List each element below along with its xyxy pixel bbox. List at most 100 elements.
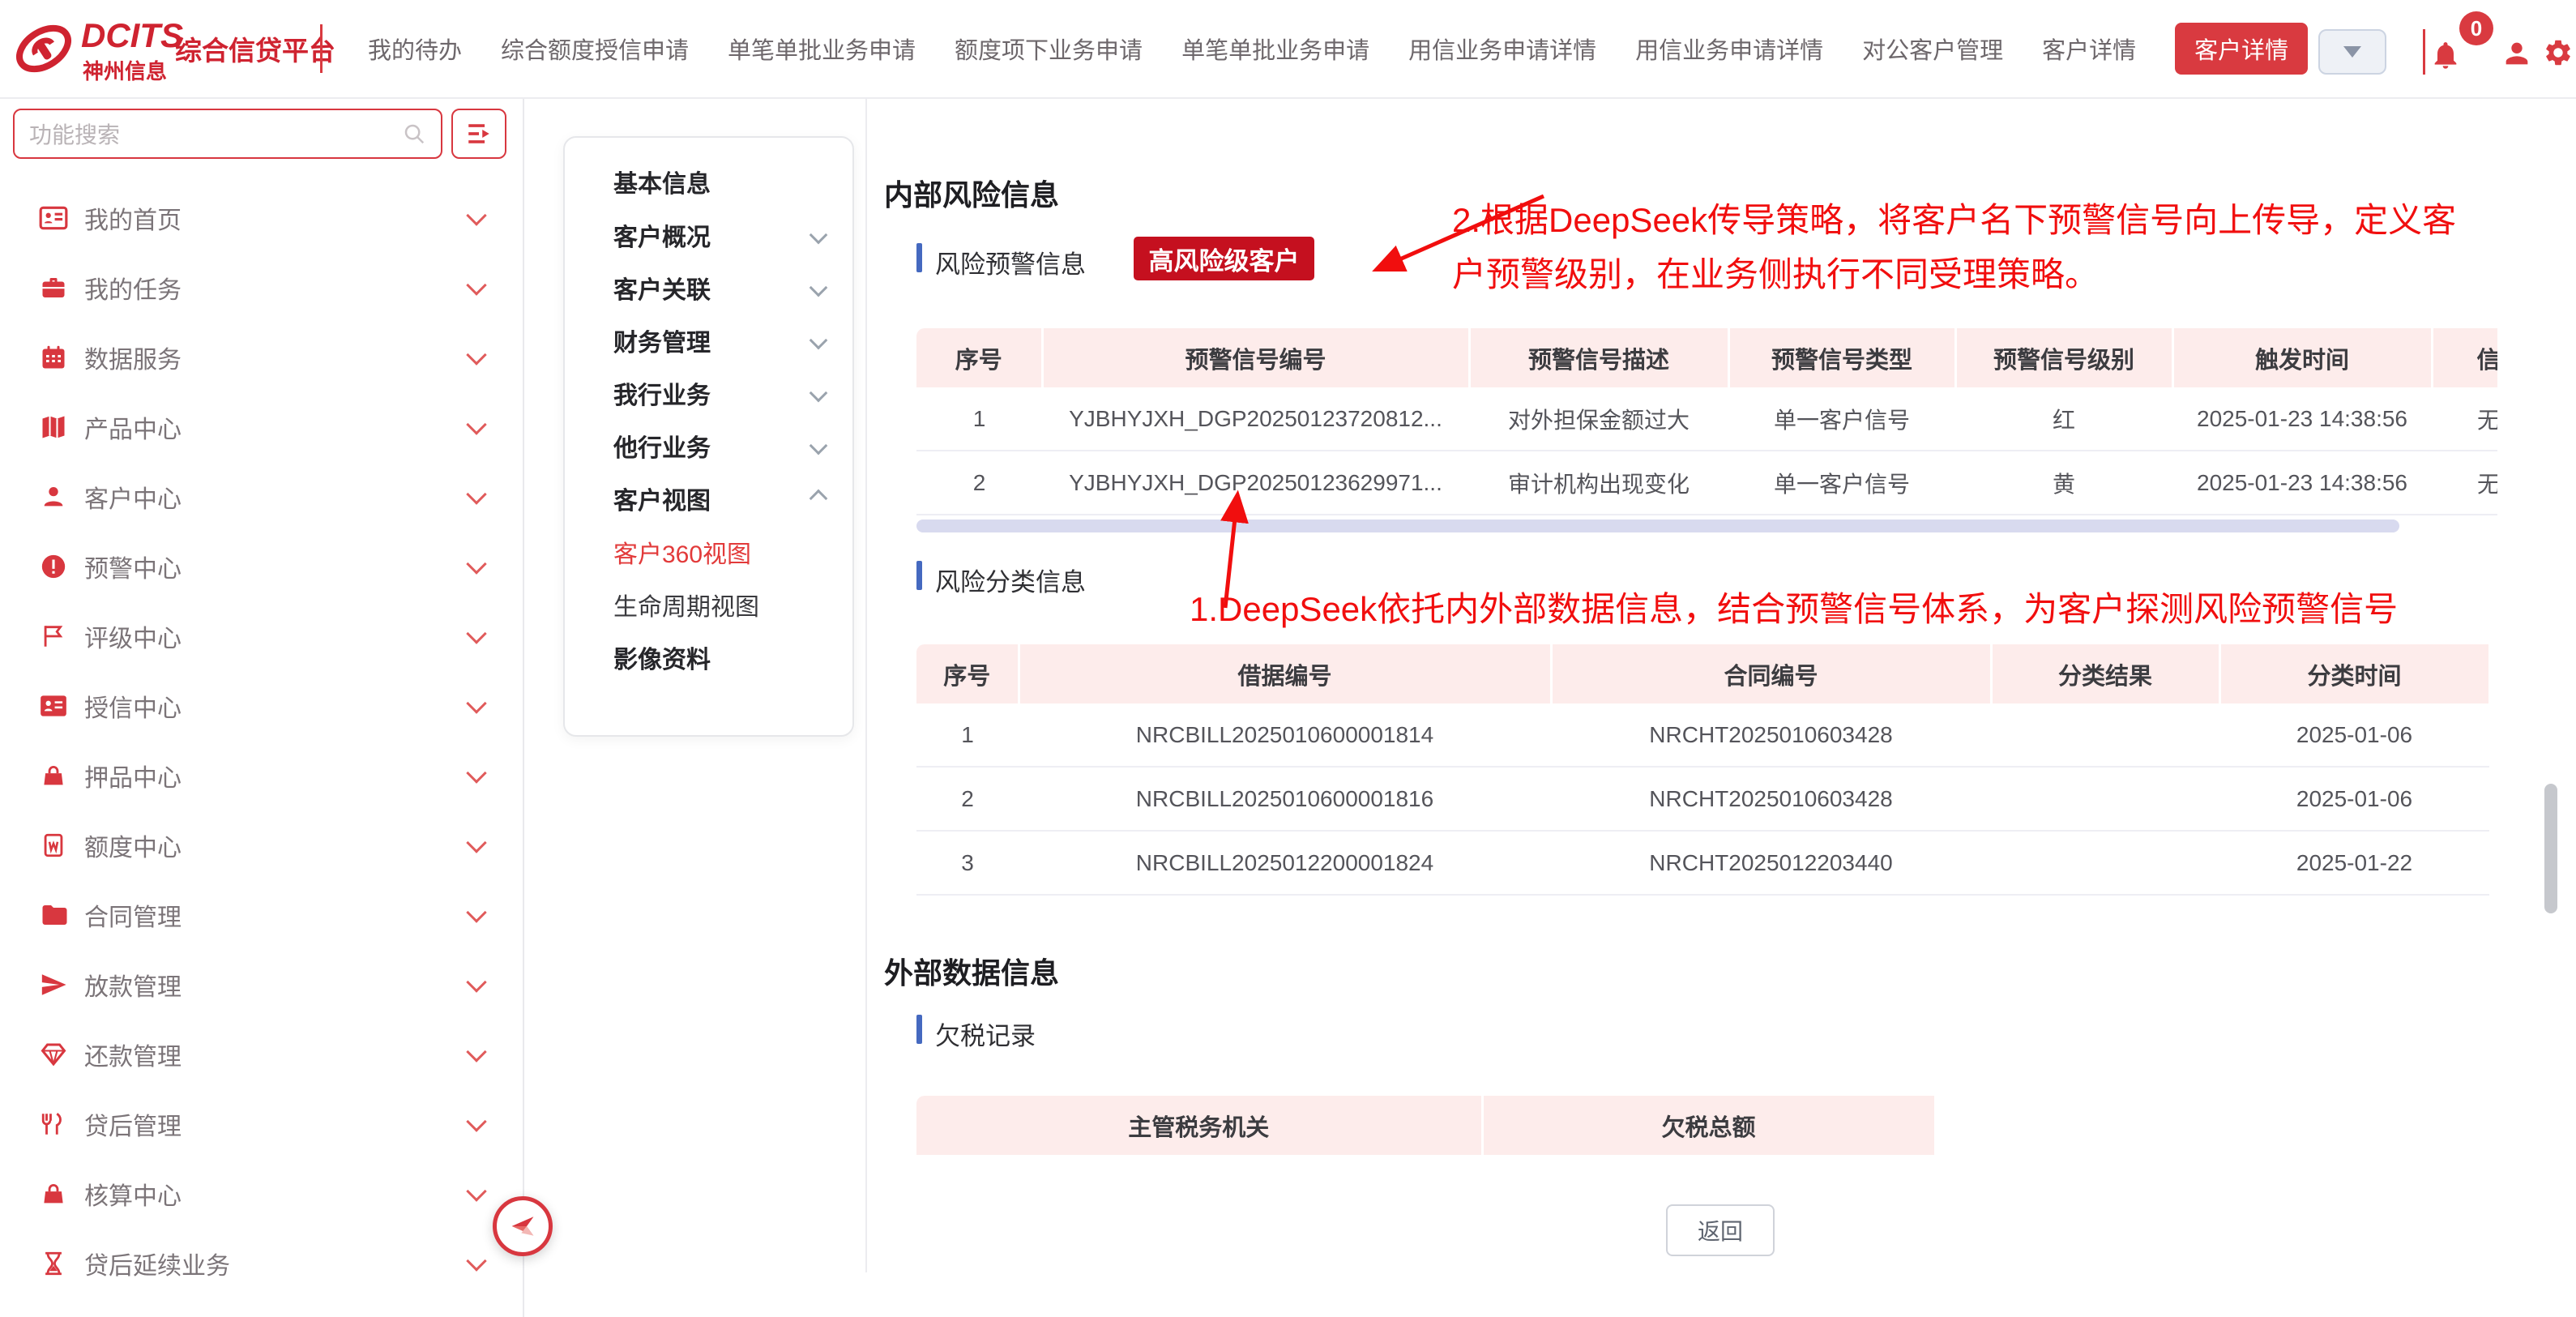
sidebar-item-postloan-continuation[interactable]: 贷后延续业务 bbox=[0, 1239, 523, 1288]
chevron-down-icon bbox=[466, 693, 486, 713]
sidebar-item-contract-mgmt[interactable]: 合同管理 bbox=[0, 891, 523, 939]
nav-tab-active[interactable]: 客户详情 bbox=[2175, 23, 2308, 75]
col-欠税总额: 欠税总额 bbox=[1482, 1096, 1935, 1155]
submenu-item-financial-mgmt[interactable]: 财务管理 bbox=[613, 323, 824, 358]
vertical-scrollbar[interactable] bbox=[2544, 784, 2557, 913]
chevron-down-icon bbox=[810, 279, 828, 297]
gear-icon[interactable] bbox=[2543, 37, 2574, 68]
col-主管税务机关: 主管税务机关 bbox=[916, 1096, 1482, 1155]
table-header-row: 主管税务机关 欠税总额 bbox=[916, 1096, 1935, 1155]
submenu-item-image-materials[interactable]: 影像资料 bbox=[613, 639, 824, 675]
bell-icon[interactable] bbox=[2429, 39, 2462, 71]
sidebar-item-label: 还款管理 bbox=[84, 1037, 182, 1072]
col-预警信号级别: 预警信号级别 bbox=[1955, 328, 2172, 387]
map-icon bbox=[36, 413, 71, 442]
sidebar-item-repayment-mgmt[interactable]: 还款管理 bbox=[0, 1030, 523, 1079]
chevron-down-icon bbox=[466, 1111, 486, 1131]
chevron-down-icon bbox=[466, 205, 486, 225]
calendar-icon bbox=[36, 343, 71, 372]
chevron-down-icon bbox=[466, 1251, 486, 1271]
chevron-down-icon bbox=[466, 484, 486, 504]
sidebar-item-label: 核算中心 bbox=[84, 1176, 182, 1212]
briefcase-icon bbox=[36, 273, 71, 302]
sidebar-item-postloan-mgmt[interactable]: 贷后管理 bbox=[0, 1100, 523, 1148]
col-分类时间: 分类时间 bbox=[2219, 644, 2489, 703]
sidebar-item-my-home[interactable]: 我的首页 bbox=[0, 194, 523, 242]
table-row[interactable]: 1 NRCBILL2025010600001814 NRCHT202501060… bbox=[916, 703, 2489, 767]
nav-tab[interactable]: 我的待办 bbox=[368, 32, 462, 66]
left-sidebar: 功能搜索 我的首页 我的任务 数据服务 产品中心 bbox=[0, 97, 524, 1317]
sidebar-item-product-center[interactable]: 产品中心 bbox=[0, 403, 523, 451]
chevron-down-icon bbox=[466, 832, 486, 853]
nav-tab[interactable]: 综合额度授信申请 bbox=[501, 32, 689, 66]
sidebar-item-limit-center[interactable]: 额度中心 bbox=[0, 821, 523, 870]
chevron-down-icon bbox=[466, 902, 486, 922]
flag-icon bbox=[36, 622, 71, 650]
sidebar-item-disbursement-mgmt[interactable]: 放款管理 bbox=[0, 960, 523, 1009]
chevron-down-icon bbox=[466, 275, 486, 295]
nav-tab[interactable]: 客户详情 bbox=[2042, 32, 2136, 66]
nav-tab[interactable]: 用信业务申请详情 bbox=[1408, 32, 1596, 66]
nav-tab[interactable]: 单笔单批业务申请 bbox=[728, 32, 916, 66]
page-title-internal-risk: 内部风险信息 bbox=[884, 172, 1059, 214]
horizontal-scrollbar[interactable] bbox=[916, 520, 2399, 532]
chevron-down-icon bbox=[810, 331, 828, 350]
chevron-down-icon bbox=[466, 554, 486, 574]
col-clipped: 信 bbox=[2432, 328, 2497, 387]
submenu-item-lifecycle-view[interactable]: 生命周期视图 bbox=[613, 587, 824, 622]
nav-tab[interactable]: 单笔单批业务申请 bbox=[1181, 32, 1369, 66]
user-icon[interactable] bbox=[2501, 37, 2533, 70]
sidebar-collapse-button[interactable] bbox=[493, 1196, 553, 1256]
submenu-item-basic-info[interactable]: 基本信息 bbox=[613, 164, 824, 199]
table-row[interactable]: 1 YJBHYJXH_DGP20250123720812... 对外担保金额过大… bbox=[916, 387, 2497, 451]
nav-tab[interactable]: 用信业务申请详情 bbox=[1635, 32, 1823, 66]
submenu-item-customer-view[interactable]: 客户视图 bbox=[613, 481, 824, 516]
app-window: DCITS 神州信息 综合信贷平台 我的待办 综合额度授信申请 单笔单批业务申请… bbox=[0, 0, 2576, 1317]
function-search-input[interactable]: 功能搜索 bbox=[13, 109, 442, 159]
chevron-down-icon bbox=[466, 623, 486, 644]
col-序号: 序号 bbox=[916, 328, 1042, 387]
notification-badge: 0 bbox=[2459, 11, 2493, 45]
idcard-icon bbox=[36, 691, 71, 721]
sidebar-item-label: 预警中心 bbox=[84, 549, 182, 584]
back-button[interactable]: 返回 bbox=[1666, 1204, 1775, 1256]
table-row[interactable]: 3 NRCBILL2025012200001824 NRCHT202501220… bbox=[916, 831, 2489, 895]
sidebar-item-label: 贷后延续业务 bbox=[84, 1246, 230, 1281]
menu-collapse-button[interactable] bbox=[451, 109, 506, 159]
submenu-item-customer-360-view[interactable]: 客户360视图 bbox=[613, 534, 824, 570]
submenu-item-our-bank-business[interactable]: 我行业务 bbox=[613, 375, 824, 411]
brand-subname: 神州信息 bbox=[83, 55, 167, 85]
nav-tab[interactable]: 额度项下业务申请 bbox=[955, 32, 1143, 66]
sidebar-item-customer-center[interactable]: 客户中心 bbox=[0, 472, 523, 521]
col-预警信号编号: 预警信号编号 bbox=[1042, 328, 1469, 387]
col-借据编号: 借据编号 bbox=[1019, 644, 1551, 703]
tab-overflow-dropdown[interactable] bbox=[2318, 29, 2386, 75]
risk-warning-table-viewport: 序号 预警信号编号 预警信号描述 预警信号类型 预警信号级别 触发时间 信 1 … bbox=[916, 328, 2497, 515]
submenu-item-customer-relations[interactable]: 客户关联 bbox=[613, 270, 824, 306]
sidebar-item-collateral-center[interactable]: 押品中心 bbox=[0, 751, 523, 800]
section-bar bbox=[916, 1015, 922, 1044]
risk-class-table-viewport: 序号 借据编号 合同编号 分类结果 分类时间 1 NRCBILL20250106… bbox=[916, 644, 2489, 896]
sidebar-item-rating-center[interactable]: 评级中心 bbox=[0, 612, 523, 661]
sidebar-item-label: 我的首页 bbox=[84, 200, 182, 236]
sidebar-item-accounting-center[interactable]: 核算中心 bbox=[0, 1169, 523, 1218]
submenu-item-customer-overview[interactable]: 客户概况 bbox=[613, 217, 824, 253]
sidebar-item-credit-center[interactable]: 授信中心 bbox=[0, 682, 523, 730]
sidebar-item-data-services[interactable]: 数据服务 bbox=[0, 333, 523, 382]
paper-plane-icon bbox=[36, 971, 71, 998]
sidebar-item-my-tasks[interactable]: 我的任务 bbox=[0, 263, 523, 312]
top-header-bar: DCITS 神州信息 综合信贷平台 我的待办 综合额度授信申请 单笔单批业务申请… bbox=[0, 0, 2576, 99]
sidebar-item-label: 额度中心 bbox=[84, 827, 182, 863]
col-触发时间: 触发时间 bbox=[2172, 328, 2432, 387]
nav-tab[interactable]: 对公客户管理 bbox=[1862, 32, 2003, 66]
table-row[interactable]: 2 YJBHYJXH_DGP20250123629971... 审计机构出现变化… bbox=[916, 451, 2497, 515]
table-header-row: 序号 借据编号 合同编号 分类结果 分类时间 bbox=[916, 644, 2489, 703]
table-row[interactable]: 2 NRCBILL2025010600001816 NRCHT202501060… bbox=[916, 767, 2489, 831]
search-icon bbox=[402, 122, 426, 146]
high-risk-customer-badge: 高风险级客户 bbox=[1134, 237, 1314, 280]
annotation-note1: 1.DeepSeek依托内外部数据信息，结合预警信号体系，为客户探测风险预警信号 bbox=[1190, 582, 2398, 636]
chevron-down-icon bbox=[466, 344, 486, 365]
submenu-item-other-bank-business[interactable]: 他行业务 bbox=[613, 428, 824, 464]
sidebar-item-warning-center[interactable]: 预警中心 bbox=[0, 542, 523, 591]
bag-icon bbox=[36, 762, 71, 789]
